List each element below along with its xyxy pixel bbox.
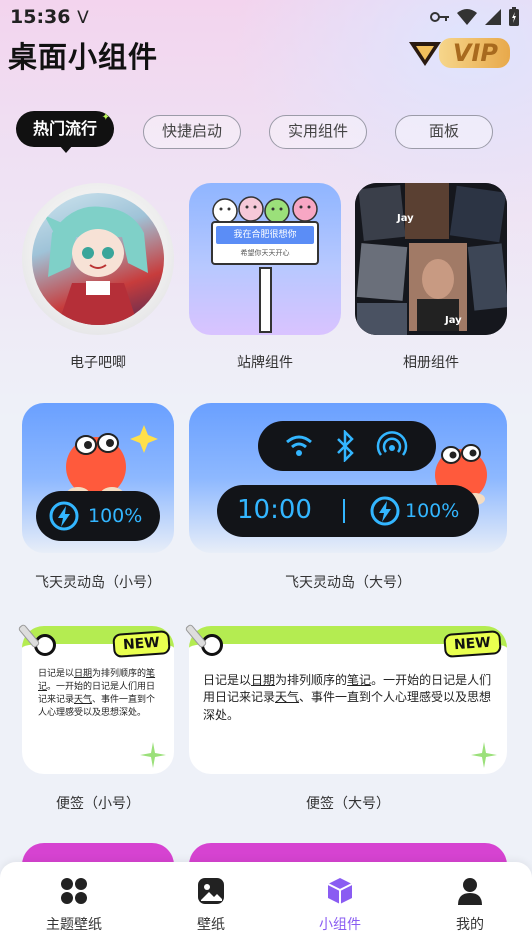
nav-label: 小组件 xyxy=(319,917,361,933)
note-large-widget-card[interactable]: NEW 日记是以日期为排列顺序的笔记。一开始的日记是人们用日记来记录天气、事件一… xyxy=(189,626,507,774)
hotspot-icon xyxy=(376,431,408,456)
sign-line-1: 我在合肥很想你 xyxy=(216,226,314,244)
widget-caption: 便签（大号） xyxy=(306,796,390,812)
widget-caption: 电子吧唧 xyxy=(70,355,126,371)
cute-characters-icon xyxy=(212,196,318,224)
note-text: 日记是以日期为排列顺序的笔记。一开始的日记是人们用日记来记录天气、事件一直到个人… xyxy=(203,673,492,722)
tab-popular[interactable]: 热门流行 ✦ xyxy=(16,111,114,153)
status-time: 15:36 V xyxy=(10,6,89,28)
sign-pole xyxy=(259,267,272,333)
battery-percent: 100% xyxy=(405,500,460,522)
person-icon xyxy=(458,878,482,905)
sign-line-2: 希望你天天开心 xyxy=(240,249,290,257)
image-icon xyxy=(198,878,224,904)
anime-badge-image xyxy=(32,193,164,325)
tab-panel[interactable]: 面板 xyxy=(395,115,493,149)
island-large-widget-card[interactable]: 10:00 100% xyxy=(189,403,507,553)
bluetooth-icon xyxy=(337,430,354,462)
nav-label: 壁纸 xyxy=(197,917,225,933)
widget-caption: 飞天灵动岛（大号） xyxy=(285,575,411,591)
new-badge: NEW xyxy=(443,630,502,658)
battery-percent: 100% xyxy=(88,505,143,527)
connectivity-pill xyxy=(258,421,436,471)
sign-widget-card[interactable]: 我在合肥很想你 希望你天天开心 xyxy=(189,183,341,335)
island-time: 10:00 xyxy=(237,495,312,525)
signal-icon xyxy=(485,9,501,25)
nav-theme-wallpaper[interactable]: 主题壁纸 xyxy=(19,876,129,934)
nav-label: 我的 xyxy=(456,917,484,933)
widget-caption: 便签（小号） xyxy=(56,796,140,812)
category-tabs: 热门流行 ✦ 快捷启动 实用组件 面板 xyxy=(16,111,516,155)
wifi-icon xyxy=(457,9,477,25)
new-badge: NEW xyxy=(112,630,171,658)
wifi-icon xyxy=(286,435,312,456)
album-widget-card[interactable]: Jay Jay xyxy=(355,183,507,335)
tab-label: 热门流行 xyxy=(32,119,97,138)
cube-icon xyxy=(327,878,353,904)
widget-caption: 相册组件 xyxy=(403,355,459,371)
status-icons xyxy=(430,7,520,27)
svg-text:Jay: Jay xyxy=(444,315,462,326)
note-small-widget-card[interactable]: NEW 日记是以日期为排列顺序的笔记。一开始的日记是人们用日记来记录天气、事件一… xyxy=(22,626,174,774)
time-battery-pill: 10:00 100% xyxy=(217,485,479,537)
status-bar: 15:36 V xyxy=(0,0,532,32)
battery-icon xyxy=(509,7,519,26)
widget-caption: 站牌组件 xyxy=(237,355,293,371)
album-collage-image: Jay Jay xyxy=(355,183,507,335)
nav-profile[interactable]: 我的 xyxy=(415,876,525,934)
binder-ring-icon xyxy=(201,634,223,656)
vip-label: VIP xyxy=(438,38,510,68)
bottom-nav: 主题壁纸 壁纸 小组件 我的 xyxy=(0,862,532,947)
tab-utility-widgets[interactable]: 实用组件 xyxy=(269,115,367,149)
page-title: 桌面小组件 xyxy=(8,40,159,74)
sparkle-icon xyxy=(471,742,497,768)
sign-board: 我在合肥很想你 希望你天天开心 xyxy=(211,221,319,265)
charging-icon xyxy=(370,496,400,526)
island-small-widget-card[interactable]: 100% xyxy=(22,403,174,553)
nav-widgets[interactable]: 小组件 xyxy=(285,876,395,934)
dynamic-island-pill: 100% xyxy=(36,491,160,541)
widget-caption: 飞天灵动岛（小号） xyxy=(35,575,161,591)
vip-crown-icon xyxy=(408,42,441,66)
sparkle-icon: ✦ xyxy=(101,112,110,123)
vip-button[interactable]: VIP xyxy=(407,38,510,68)
nav-label: 主题壁纸 xyxy=(46,917,102,933)
svg-text:Jay: Jay xyxy=(396,213,414,224)
binder-ring-icon xyxy=(34,634,56,656)
grid-icon xyxy=(61,878,87,904)
tab-quick-launch[interactable]: 快捷启动 xyxy=(143,115,241,149)
badge-widget-card[interactable] xyxy=(22,183,174,335)
note-text: 日记是以日期为排列顺序的笔记。一开始的日记是人们用日记来记录天气、事件一直到个人… xyxy=(38,669,156,719)
charging-icon xyxy=(49,501,79,531)
key-icon xyxy=(430,12,449,22)
nav-wallpaper[interactable]: 壁纸 xyxy=(156,876,266,934)
sparkle-icon xyxy=(140,742,166,768)
pill-divider xyxy=(343,499,345,523)
